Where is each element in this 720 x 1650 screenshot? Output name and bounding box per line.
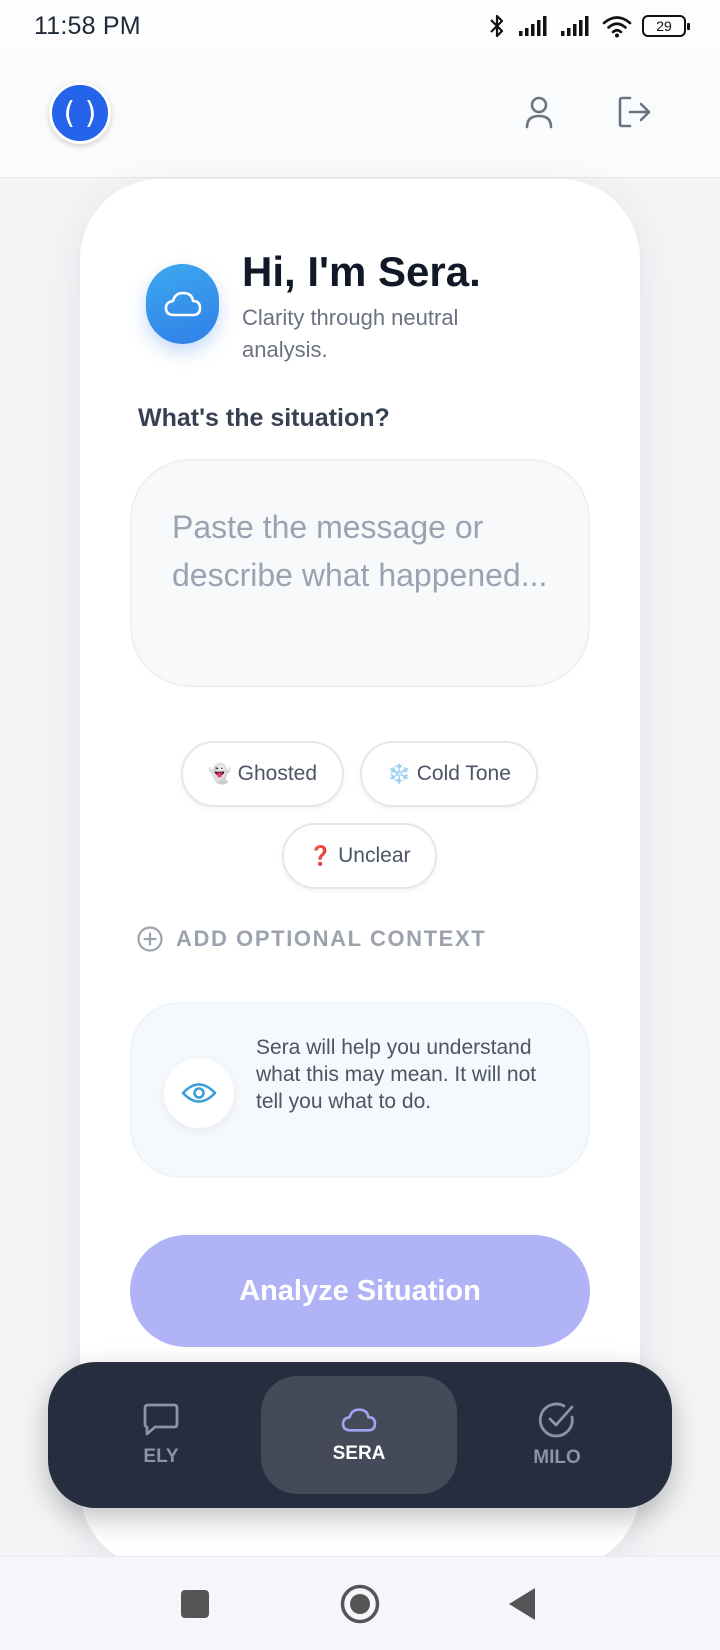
home-circle-icon bbox=[340, 1584, 380, 1624]
user-icon bbox=[525, 96, 553, 129]
bluetooth-icon bbox=[490, 14, 504, 38]
add-context-label: ADD OPTIONAL CONTEXT bbox=[176, 926, 487, 951]
plus-circle-icon bbox=[137, 926, 163, 952]
chat-icon bbox=[143, 1403, 179, 1436]
signal-icon bbox=[519, 16, 547, 36]
chip-label: Ghosted bbox=[237, 762, 318, 785]
recents-button[interactable] bbox=[170, 1579, 220, 1629]
cloud-icon bbox=[341, 1408, 377, 1432]
status-time: 11:58 PM bbox=[34, 11, 141, 40]
nav-label: MILO bbox=[533, 1447, 581, 1468]
snowflake-icon: ❄️ bbox=[387, 764, 411, 785]
wifi-icon bbox=[602, 16, 632, 38]
nav-tab-sera[interactable]: SERA bbox=[261, 1376, 457, 1494]
nav-tab-ely[interactable]: ELY bbox=[63, 1376, 259, 1494]
info-icon-wrap bbox=[164, 1058, 234, 1128]
battery-level: 29 bbox=[656, 18, 672, 34]
info-box: Sera will help you understand what this … bbox=[130, 1002, 590, 1178]
eye-icon bbox=[181, 1083, 217, 1103]
back-triangle-icon bbox=[509, 1588, 535, 1620]
chip-ghosted[interactable]: 👻 Ghosted bbox=[181, 741, 344, 807]
logout-icon bbox=[618, 96, 651, 128]
question-mark-icon: ❓ bbox=[308, 846, 333, 867]
chip-label: Cold Tone bbox=[416, 762, 511, 785]
situation-input[interactable] bbox=[130, 459, 590, 687]
chip-label: Unclear bbox=[338, 844, 411, 867]
nav-label: SERA bbox=[332, 1443, 386, 1464]
tagline: Clarity through neutral analysis. bbox=[242, 305, 459, 362]
add-context-button[interactable]: ADD OPTIONAL CONTEXT bbox=[136, 925, 486, 953]
check-circle-icon bbox=[538, 1402, 574, 1438]
nav-tab-milo[interactable]: MILO bbox=[459, 1376, 655, 1494]
signal-icon bbox=[561, 16, 589, 36]
logout-button[interactable] bbox=[611, 88, 659, 136]
situation-question: What's the situation? bbox=[138, 404, 390, 432]
ghost-icon: 👻 bbox=[207, 764, 232, 785]
app-logo[interactable]: ( ) bbox=[49, 82, 111, 144]
battery-icon: 29 bbox=[642, 15, 690, 37]
nav-label: ELY bbox=[143, 1446, 179, 1467]
bottom-nav: ELY SERA MILO bbox=[48, 1362, 672, 1508]
cloud-icon bbox=[164, 291, 201, 317]
status-icons: 29 bbox=[486, 13, 690, 39]
analyze-button[interactable]: Analyze Situation bbox=[130, 1235, 590, 1347]
home-button[interactable] bbox=[335, 1579, 385, 1629]
logo-text: ( ) bbox=[63, 95, 97, 131]
app-header: ( ) bbox=[0, 52, 720, 178]
chip-cold-tone[interactable]: ❄️ Cold Tone bbox=[360, 741, 538, 807]
chip-unclear[interactable]: ❓ Unclear bbox=[282, 823, 437, 889]
greeting-title: Hi, I'm Sera. bbox=[242, 248, 481, 295]
sera-avatar bbox=[146, 264, 219, 344]
recents-square-icon bbox=[181, 1590, 209, 1618]
info-text: Sera will help you understand what this … bbox=[256, 1036, 537, 1113]
system-nav-bar bbox=[0, 1556, 720, 1650]
status-bar: 11:58 PM 29 bbox=[0, 0, 720, 52]
back-button[interactable] bbox=[497, 1579, 547, 1629]
profile-button[interactable] bbox=[515, 88, 563, 136]
